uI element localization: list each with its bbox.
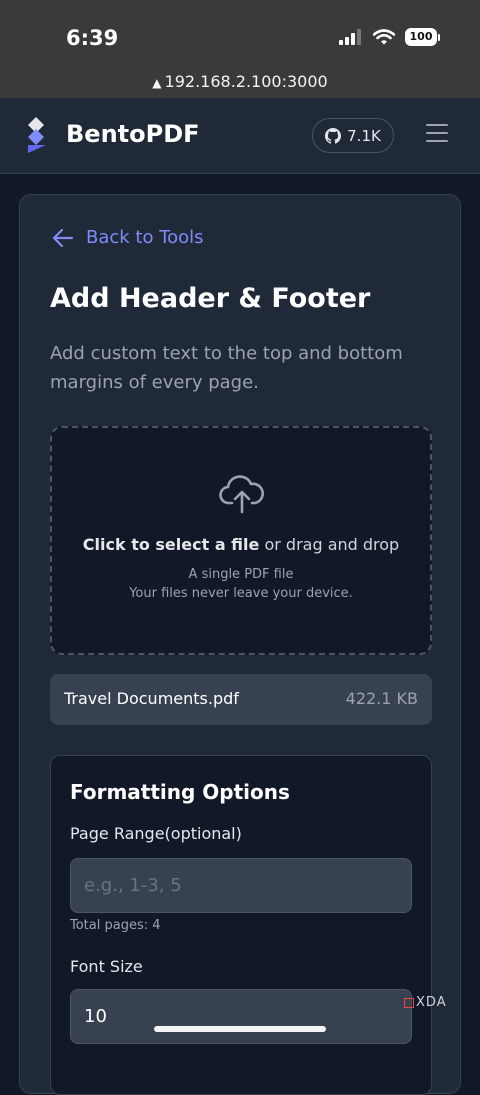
browser-url-bar[interactable]: ▲ 192.168.2.100:3000 [0, 70, 480, 98]
github-star-count: 7.1K [347, 126, 381, 145]
page-range-input[interactable] [70, 858, 412, 913]
formatting-options-panel: Formatting Options Page Range(optional) … [50, 755, 432, 1095]
page-description: Add custom text to the top and bottom ma… [50, 343, 403, 393]
page-title: Add Header & Footer [50, 283, 371, 314]
xda-watermark: XDA [404, 995, 447, 1010]
url-text: 192.168.2.100:3000 [164, 72, 328, 91]
dropzone-privacy-note: Your files never leave your device. [129, 586, 353, 601]
dropzone-file-hint: A single PDF file [188, 567, 294, 582]
wifi-icon [373, 29, 395, 45]
font-size-label: Font Size [70, 957, 143, 976]
formatting-options-title: Formatting Options [70, 780, 290, 804]
github-stars-button[interactable]: 7.1K [312, 118, 394, 153]
cloud-upload-icon [219, 475, 264, 514]
dropzone-instructions: Click to select a file or drag and drop [52, 535, 430, 554]
arrow-left-icon [52, 228, 74, 247]
back-link-label: Back to Tools [86, 227, 204, 248]
status-time: 6:39 [66, 26, 119, 50]
app-header: BentoPDF 7.1K [0, 98, 480, 174]
file-name: Travel Documents.pdf [64, 689, 239, 708]
back-to-tools-link[interactable]: Back to Tools [52, 227, 204, 248]
cellular-signal-icon [339, 29, 361, 45]
status-bar: 6:39 100 [0, 0, 480, 70]
total-pages-hint: Total pages: 4 [70, 918, 161, 933]
battery-level: 100 [405, 28, 437, 46]
tool-card: Back to Tools Add Header & Footer Add cu… [19, 194, 461, 1095]
bentopdf-logo-icon[interactable] [26, 116, 48, 154]
dropzone-drag-text: or drag and drop [259, 535, 400, 554]
watermark-text: XDA [416, 995, 447, 1010]
brand-name[interactable]: BentoPDF [66, 120, 200, 148]
font-size-input[interactable] [70, 989, 412, 1044]
dropzone-click-text: Click to select a file [82, 535, 260, 554]
file-dropzone[interactable]: Click to select a file or drag and drop … [50, 426, 432, 655]
page-range-label: Page Range(optional) [70, 824, 242, 843]
xda-logo-icon [404, 997, 414, 1008]
status-icons: 100 [339, 28, 440, 46]
github-icon [325, 127, 342, 144]
not-secure-warning-icon: ▲ [152, 76, 162, 90]
file-size: 422.1 KB [345, 689, 418, 708]
selected-file-row: Travel Documents.pdf 422.1 KB [50, 674, 432, 725]
hamburger-menu-icon[interactable] [426, 124, 448, 144]
home-indicator[interactable] [154, 1026, 326, 1032]
battery-icon: 100 [405, 28, 440, 46]
